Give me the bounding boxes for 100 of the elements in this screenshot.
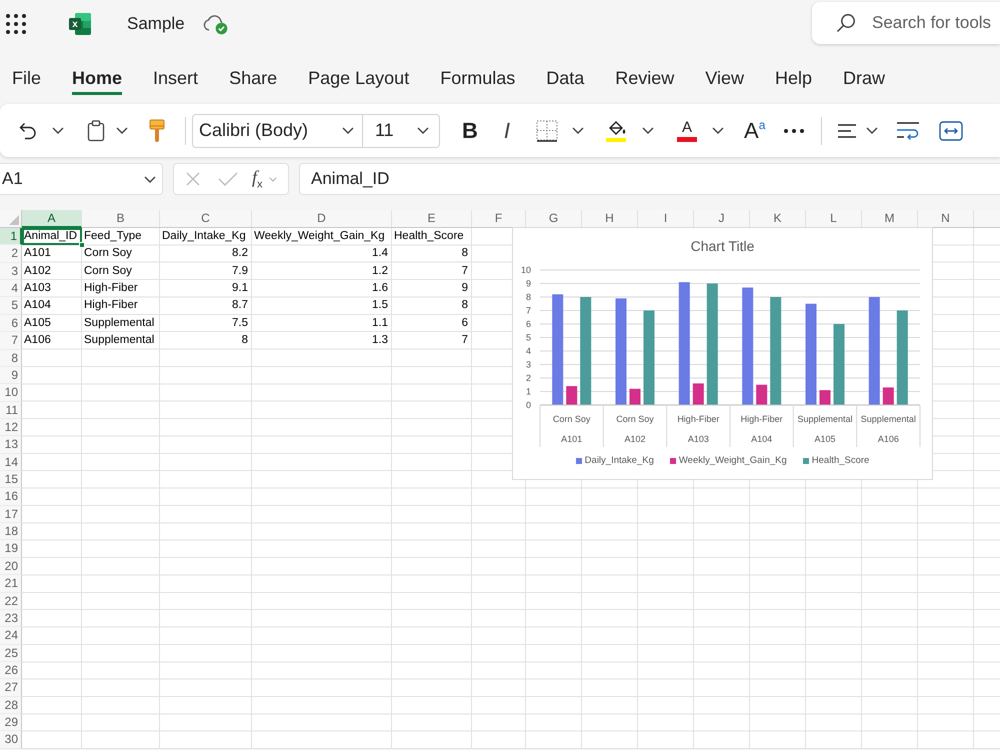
ribbon-tab[interactable]: Draw bbox=[843, 64, 886, 95]
table-cell[interactable]: 1.5 bbox=[252, 297, 392, 315]
row-header[interactable]: 7 bbox=[0, 332, 22, 350]
app-launcher-icon[interactable] bbox=[5, 13, 27, 35]
bold-button[interactable]: B bbox=[462, 120, 478, 142]
chevron-down-icon[interactable] bbox=[116, 127, 128, 134]
table-cell[interactable]: A105 bbox=[22, 314, 82, 332]
table-cell[interactable]: 9.1 bbox=[160, 280, 252, 298]
row-header[interactable]: 19 bbox=[0, 540, 22, 558]
check-icon[interactable] bbox=[218, 171, 238, 187]
fill-handle-icon[interactable] bbox=[79, 242, 85, 248]
table-cell[interactable]: A101 bbox=[22, 245, 82, 263]
row-header[interactable]: 25 bbox=[0, 644, 22, 662]
row-header[interactable]: 2 bbox=[0, 245, 22, 263]
table-cell[interactable]: 1.4 bbox=[252, 245, 392, 263]
table-cell[interactable]: 8 bbox=[392, 297, 472, 315]
row-header[interactable]: 26 bbox=[0, 662, 22, 680]
chevron-down-icon[interactable] bbox=[52, 127, 64, 134]
row-header[interactable]: 22 bbox=[0, 592, 22, 610]
column-header[interactable]: E bbox=[392, 210, 472, 227]
chevron-down-icon[interactable] bbox=[572, 127, 584, 134]
borders-icon[interactable] bbox=[536, 120, 558, 142]
table-cell[interactable]: High-Fiber bbox=[82, 280, 160, 298]
font-size-dropdown[interactable]: 11 bbox=[363, 114, 440, 148]
row-header[interactable]: 13 bbox=[0, 436, 22, 454]
table-cell[interactable]: 7 bbox=[392, 262, 472, 280]
row-header[interactable]: 12 bbox=[0, 418, 22, 436]
font-color-button[interactable]: A bbox=[676, 120, 698, 142]
table-cell[interactable]: Animal_ID bbox=[22, 228, 82, 246]
row-header[interactable]: 16 bbox=[0, 488, 22, 506]
more-icon[interactable] bbox=[783, 128, 806, 134]
table-cell[interactable]: 6 bbox=[392, 314, 472, 332]
font-name-dropdown[interactable]: Calibri (Body) bbox=[192, 114, 363, 148]
merge-cells-icon[interactable] bbox=[939, 120, 964, 140]
wrap-text-icon[interactable] bbox=[896, 120, 920, 140]
name-box[interactable]: A1 bbox=[0, 163, 163, 195]
row-header[interactable]: 17 bbox=[0, 506, 22, 524]
row-header[interactable]: 4 bbox=[0, 280, 22, 298]
chevron-down-icon[interactable] bbox=[866, 127, 878, 134]
table-cell[interactable]: 1.3 bbox=[252, 332, 392, 350]
paint-bucket-icon[interactable] bbox=[605, 118, 628, 142]
chevron-down-icon[interactable] bbox=[712, 127, 724, 134]
ribbon-tab[interactable]: View bbox=[705, 64, 744, 95]
table-cell[interactable]: Health_Score bbox=[392, 228, 472, 246]
table-cell[interactable]: 9 bbox=[392, 280, 472, 298]
ribbon-tab[interactable]: Insert bbox=[153, 64, 198, 95]
row-header[interactable]: 21 bbox=[0, 575, 22, 593]
row-header[interactable]: 15 bbox=[0, 471, 22, 488]
ribbon-tab[interactable]: Share bbox=[229, 64, 278, 95]
row-header[interactable]: 20 bbox=[0, 558, 22, 576]
ribbon-tab[interactable]: Data bbox=[546, 64, 584, 95]
table-cell[interactable]: 7.9 bbox=[160, 262, 252, 280]
italic-button[interactable]: I bbox=[498, 120, 516, 142]
chevron-down-icon[interactable] bbox=[642, 127, 654, 134]
ribbon-tab[interactable]: Help bbox=[774, 64, 812, 95]
row-header[interactable]: 5 bbox=[0, 297, 22, 315]
table-cell[interactable]: 1.2 bbox=[252, 262, 392, 280]
row-header[interactable]: 18 bbox=[0, 523, 22, 540]
insert-function-button[interactable]: f$_{x}$ bbox=[252, 168, 263, 190]
row-header[interactable]: 3 bbox=[0, 262, 22, 280]
table-cell[interactable]: Corn Soy bbox=[82, 262, 160, 280]
table-cell[interactable]: High-Fiber bbox=[82, 297, 160, 315]
row-header[interactable]: 27 bbox=[0, 679, 22, 697]
table-cell[interactable]: Weekly_Weight_Gain_Kg bbox=[252, 228, 392, 246]
row-header[interactable]: 24 bbox=[0, 627, 22, 645]
row-header[interactable]: 14 bbox=[0, 454, 22, 472]
column-header[interactable]: B bbox=[82, 210, 160, 227]
table-cell[interactable]: Feed_Type bbox=[82, 228, 160, 246]
ribbon-tab[interactable]: Page Layout bbox=[308, 64, 410, 95]
table-cell[interactable]: 8.7 bbox=[160, 297, 252, 315]
column-header[interactable]: C bbox=[160, 210, 252, 227]
table-cell[interactable]: A103 bbox=[22, 280, 82, 298]
grow-font-button[interactable]: A$^{a}$ bbox=[744, 119, 766, 142]
ribbon-tab[interactable]: Home bbox=[72, 64, 122, 95]
document-title[interactable]: Sample bbox=[127, 14, 185, 34]
row-header[interactable]: 30 bbox=[0, 731, 22, 749]
formula-field[interactable]: Animal_ID bbox=[299, 163, 1000, 195]
cloud-check-icon[interactable] bbox=[202, 13, 228, 35]
row-header[interactable]: 1 bbox=[0, 228, 22, 246]
ribbon-tab[interactable]: Formulas bbox=[440, 64, 516, 95]
row-header[interactable]: 10 bbox=[0, 384, 22, 402]
undo-icon[interactable] bbox=[18, 120, 38, 140]
table-cell[interactable]: Daily_Intake_Kg bbox=[160, 228, 252, 246]
table-cell[interactable]: A104 bbox=[22, 297, 82, 315]
row-header[interactable]: 9 bbox=[0, 366, 22, 384]
ribbon-tab[interactable]: File bbox=[12, 64, 42, 95]
align-left-icon[interactable] bbox=[837, 122, 858, 138]
row-header[interactable]: 29 bbox=[0, 714, 22, 732]
table-cell[interactable]: Supplemental bbox=[82, 332, 160, 350]
row-header[interactable]: 28 bbox=[0, 696, 22, 714]
column-header[interactable]: D bbox=[252, 210, 392, 227]
ribbon-tab[interactable]: Review bbox=[615, 64, 674, 95]
table-cell[interactable]: 1.6 bbox=[252, 280, 392, 298]
clipboard-icon[interactable] bbox=[87, 120, 105, 142]
table-cell[interactable]: 7.5 bbox=[160, 314, 252, 332]
search-field[interactable]: Search for tools bbox=[812, 2, 1000, 44]
table-cell[interactable]: Corn Soy bbox=[82, 245, 160, 263]
table-cell[interactable]: 8 bbox=[392, 245, 472, 263]
row-header[interactable]: 23 bbox=[0, 610, 22, 628]
table-cell[interactable]: A102 bbox=[22, 262, 82, 280]
